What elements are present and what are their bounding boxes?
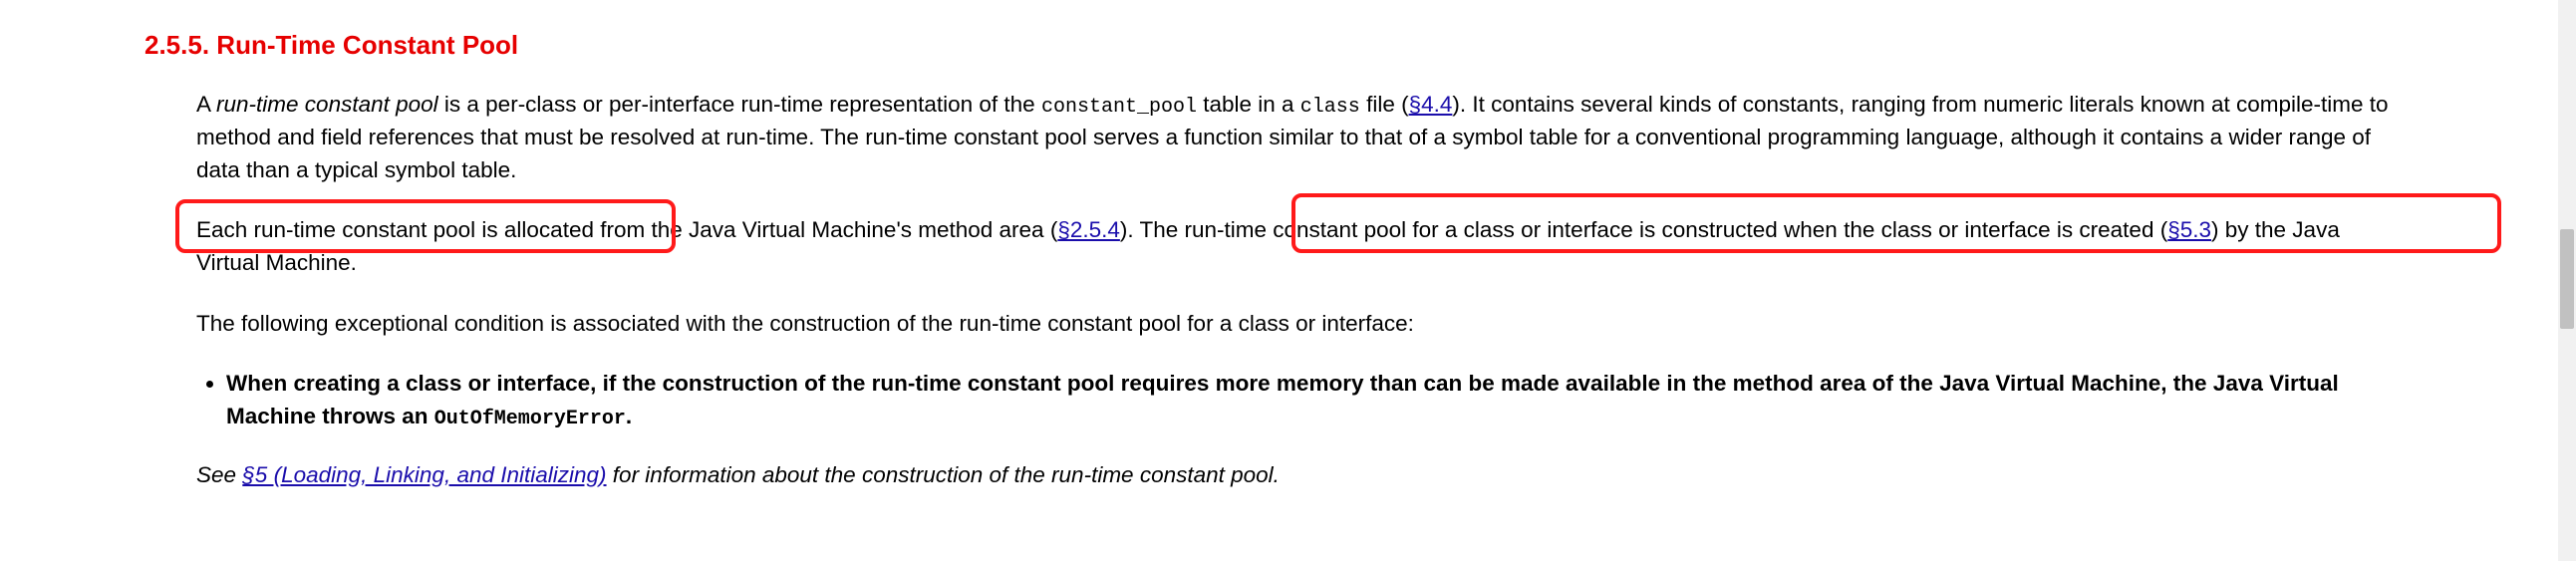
code-constant-pool: constant_pool bbox=[1041, 96, 1197, 119]
link-section-2-5-4[interactable]: §2.5.4 bbox=[1057, 217, 1120, 242]
text: file ( bbox=[1360, 92, 1409, 117]
scrollbar-thumb[interactable] bbox=[2560, 229, 2574, 329]
defined-term: run-time constant pool bbox=[216, 92, 438, 117]
section-title-text: Run-Time Constant Pool bbox=[216, 30, 518, 60]
section-heading: 2.5.5. Run-Time Constant Pool bbox=[144, 30, 2536, 61]
section-number: 2.5.5. bbox=[144, 30, 209, 60]
link-section-5-3[interactable]: §5.3 bbox=[2167, 217, 2211, 242]
code-outofmemoryerror: OutOfMemoryError bbox=[434, 408, 626, 430]
paragraph-3: The following exceptional condition is a… bbox=[196, 308, 2409, 341]
document-page: 2.5.5. Run-Time Constant Pool A run-time… bbox=[144, 30, 2536, 519]
text: ). The run-time constant pool for a clas… bbox=[1120, 217, 2167, 242]
text: A bbox=[196, 92, 216, 117]
link-section-4-4[interactable]: §4.4 bbox=[1409, 92, 1453, 117]
exception-list: When creating a class or interface, if t… bbox=[226, 368, 2409, 433]
scrollbar-track[interactable] bbox=[2558, 0, 2576, 561]
exception-item: When creating a class or interface, if t… bbox=[226, 368, 2409, 433]
paragraph-2: Each run-time constant pool is allocated… bbox=[196, 214, 2409, 279]
link-section-5[interactable]: §5 (Loading, Linking, and Initializing) bbox=[242, 462, 606, 487]
text: is a per-class or per-interface run-time… bbox=[438, 92, 1041, 117]
section-body: A run-time constant pool is a per-class … bbox=[196, 89, 2409, 491]
text: table in a bbox=[1197, 92, 1300, 117]
code-class: class bbox=[1300, 96, 1360, 119]
text: . bbox=[626, 404, 632, 428]
text: for information about the construction o… bbox=[607, 462, 1280, 487]
paragraph-1: A run-time constant pool is a per-class … bbox=[196, 89, 2409, 186]
text: Each run-time constant pool is allocated… bbox=[196, 217, 1057, 242]
text: See bbox=[196, 462, 242, 487]
see-also: See §5 (Loading, Linking, and Initializi… bbox=[196, 459, 2409, 492]
